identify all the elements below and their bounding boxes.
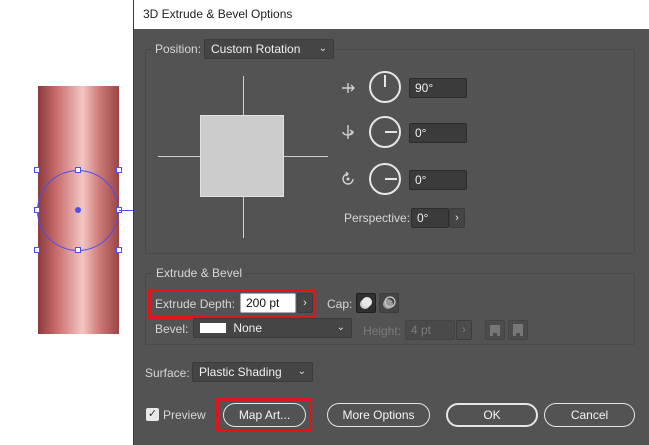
position-value: Custom Rotation xyxy=(211,42,301,56)
cap-label: Cap: xyxy=(327,297,353,311)
selection-handle[interactable] xyxy=(34,247,40,253)
selection-center-point xyxy=(75,207,81,213)
screen: 3D Extrude & Bevel Options Position: Cus… xyxy=(0,0,649,445)
rotation-cube[interactable] xyxy=(200,115,284,197)
extrude-depth-highlight xyxy=(148,289,316,319)
selection-connector xyxy=(119,210,133,211)
surface-dropdown[interactable]: Plastic Shading ⌄ xyxy=(192,362,313,382)
map-art-highlight xyxy=(216,398,312,432)
selection-handle[interactable] xyxy=(116,167,122,173)
rotate-z-axis-icon xyxy=(339,170,357,188)
extrude-bevel-dialog: 3D Extrude & Bevel Options Position: Cus… xyxy=(133,0,649,445)
surface-label: Surface: xyxy=(145,366,190,380)
selection-handle[interactable] xyxy=(75,167,81,173)
extrude-bevel-section-label: Extrude & Bevel xyxy=(154,266,245,280)
preview-label[interactable]: Preview xyxy=(163,408,206,422)
bevel-dropdown[interactable]: None ⌄ xyxy=(193,318,352,338)
x-rotation-input[interactable]: 90° xyxy=(409,78,467,98)
cancel-button[interactable]: Cancel xyxy=(544,403,635,427)
selection-handle[interactable] xyxy=(34,167,40,173)
z-rotation-input[interactable]: 0° xyxy=(409,170,467,190)
perspective-label: Perspective: xyxy=(344,211,411,225)
y-rotation-dial[interactable] xyxy=(369,116,401,148)
selection-handle[interactable] xyxy=(75,247,81,253)
chevron-down-icon: ⌄ xyxy=(297,366,306,377)
position-dropdown[interactable]: Custom Rotation ⌄ xyxy=(204,39,334,59)
bevel-swatch xyxy=(200,322,226,333)
cap-on-button[interactable] xyxy=(356,293,376,313)
rotate-y-axis-icon xyxy=(339,123,357,141)
bevel-value: None xyxy=(233,321,263,335)
perspective-slider-toggle[interactable]: › xyxy=(449,208,465,228)
more-options-button[interactable]: More Options xyxy=(327,403,430,427)
dialog-title: 3D Extrude & Bevel Options xyxy=(134,0,649,29)
selection-handle[interactable] xyxy=(116,247,122,253)
ok-button[interactable]: OK xyxy=(446,403,538,427)
surface-value: Plastic Shading xyxy=(199,365,282,379)
selection-handle[interactable] xyxy=(34,207,40,213)
bevel-out-button[interactable] xyxy=(485,320,505,340)
bevel-in-button[interactable] xyxy=(508,320,528,340)
bevel-label: Bevel: xyxy=(155,322,189,336)
height-slider-toggle[interactable]: › xyxy=(456,320,472,340)
preview-checkbox[interactable]: ✓ xyxy=(146,408,159,421)
cap-off-button[interactable] xyxy=(379,293,399,313)
height-label: Height: xyxy=(363,324,402,338)
z-rotation-dial[interactable] xyxy=(369,163,401,195)
chevron-down-icon: ⌄ xyxy=(318,43,327,54)
perspective-input[interactable]: 0° xyxy=(411,208,449,228)
position-label: Position: xyxy=(153,42,204,56)
y-rotation-input[interactable]: 0° xyxy=(409,123,467,143)
height-input[interactable]: 4 pt xyxy=(405,320,455,340)
chevron-down-icon: ⌄ xyxy=(336,322,345,333)
rotate-x-axis-icon xyxy=(339,79,357,97)
x-rotation-dial[interactable] xyxy=(369,71,401,103)
